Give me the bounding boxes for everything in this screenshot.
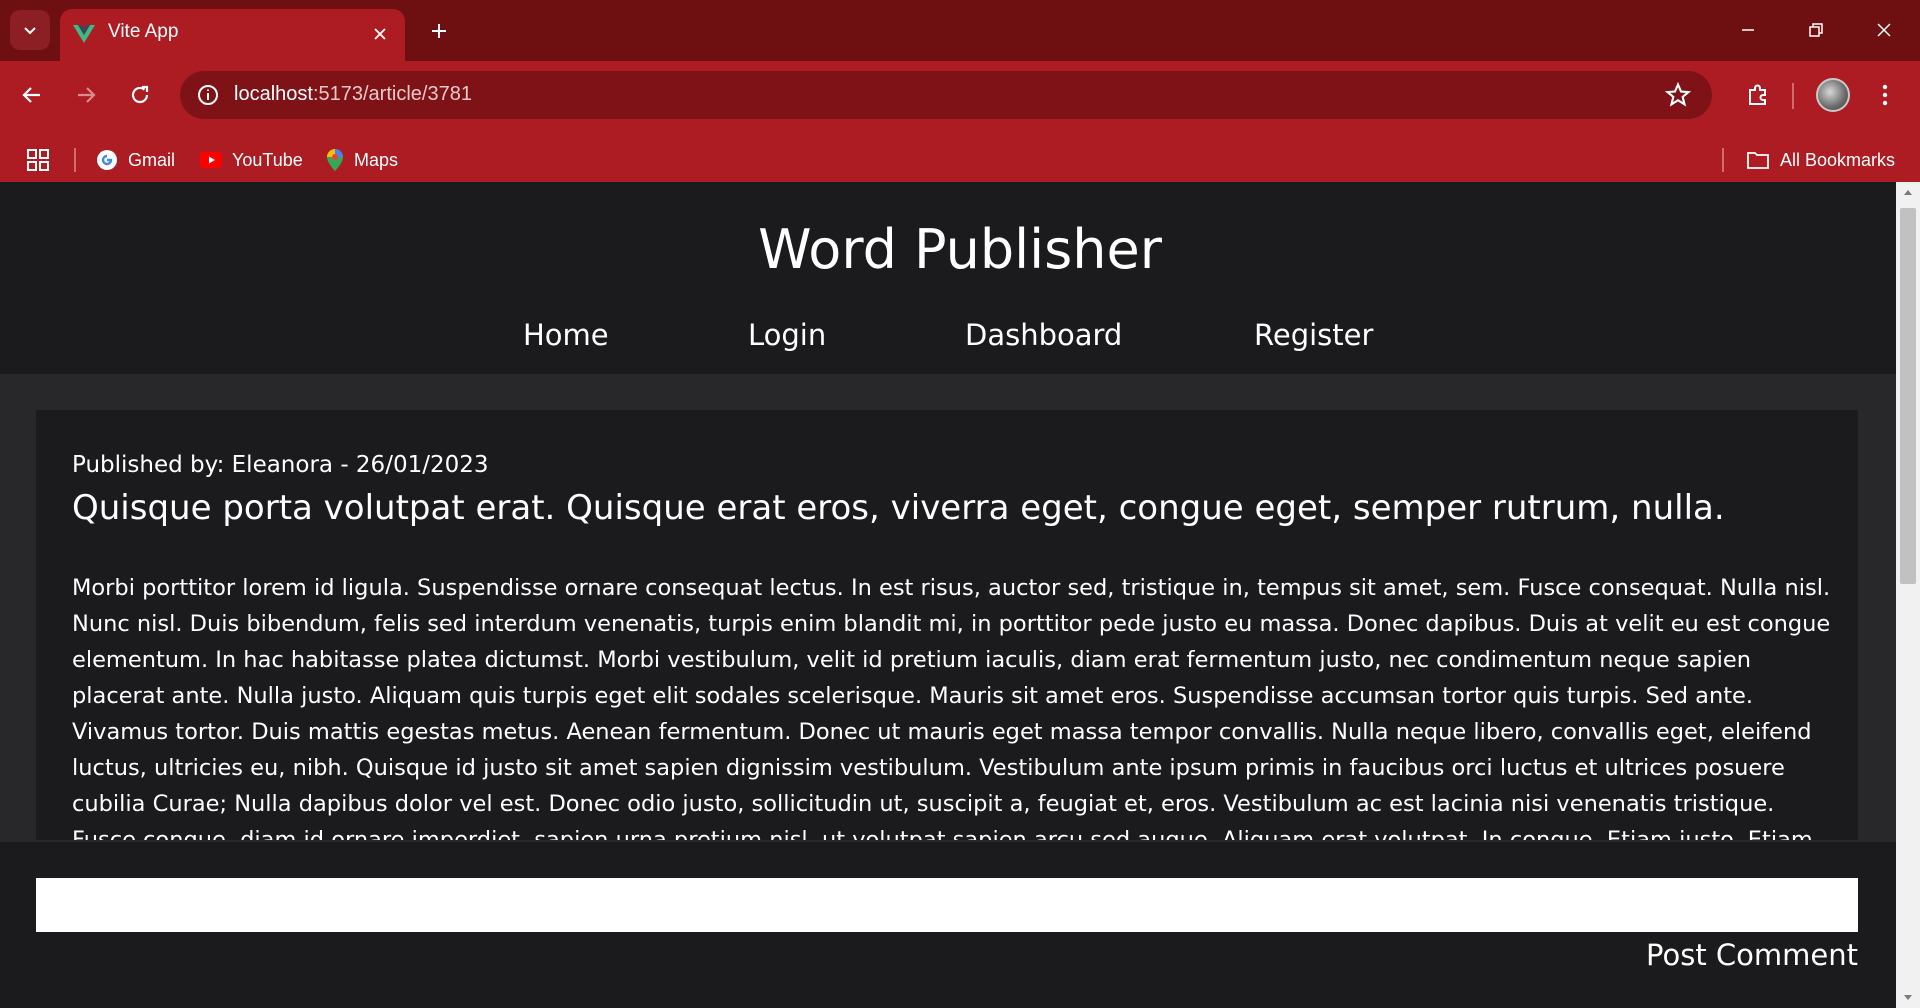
- star-icon[interactable]: [1664, 81, 1692, 109]
- triangle-up-icon: [1904, 190, 1912, 195]
- info-icon[interactable]: [196, 83, 220, 107]
- bookmark-gmail[interactable]: Gmail: [96, 146, 175, 174]
- reload-icon: [131, 85, 149, 104]
- address-bar[interactable]: localhost:5173/article/3781: [180, 71, 1712, 119]
- scroll-up-button[interactable]: [1896, 182, 1920, 202]
- bookmark-maps[interactable]: Maps: [326, 146, 398, 174]
- profile-avatar[interactable]: [1816, 78, 1850, 112]
- nav-link-dashboard[interactable]: Dashboard: [965, 318, 1122, 352]
- url-host: localhost: [234, 83, 313, 105]
- arrow-left-icon: [22, 87, 40, 103]
- page-viewport: Word Publisher Home Login Dashboard Regi…: [0, 182, 1896, 1008]
- toolbar-separator: [1792, 83, 1794, 109]
- chevron-down-icon: [24, 27, 36, 35]
- browser-menu-button[interactable]: [1870, 75, 1900, 115]
- nav-link-register[interactable]: Register: [1254, 318, 1373, 352]
- browser-toolbar: localhost:5173/article/3781 Gmail YouTub…: [0, 61, 1920, 190]
- tab-title: Vite App: [108, 21, 179, 42]
- bookmark-label: Maps: [354, 149, 399, 170]
- folder-icon: [1747, 152, 1769, 169]
- tab-close-button[interactable]: [367, 21, 393, 47]
- minimize-button[interactable]: [1720, 6, 1776, 54]
- all-bookmarks-button[interactable]: All Bookmarks: [1746, 146, 1895, 174]
- bookmark-label: YouTube: [232, 149, 303, 170]
- article-meta: Published by: Eleanora - 26/01/2023: [72, 452, 489, 478]
- all-bookmarks-label: All Bookmarks: [1780, 149, 1896, 170]
- extensions-button[interactable]: [1738, 75, 1778, 115]
- bookmark-label: Gmail: [128, 149, 176, 170]
- article-card: Published by: Eleanora - 26/01/2023 Quis…: [36, 410, 1858, 840]
- google-icon: [97, 150, 117, 170]
- site-title: Word Publisher: [758, 218, 1162, 281]
- new-tab-button[interactable]: [422, 14, 456, 48]
- active-tab[interactable]: Vite App: [60, 9, 405, 61]
- close-icon: [374, 28, 386, 40]
- article-headline: Quisque porta volutpat erat. Quisque era…: [72, 488, 1725, 528]
- browser-tab-bar: Vite App: [0, 0, 1920, 61]
- comment-section: Post Comment: [0, 842, 1896, 1008]
- scrollbar-thumb[interactable]: [1900, 208, 1916, 584]
- apps-grid-icon[interactable]: [26, 148, 50, 172]
- plus-icon: [432, 24, 446, 38]
- bookmarks-separator: [1722, 148, 1724, 172]
- arrow-right-icon: [78, 87, 96, 103]
- bookmark-youtube[interactable]: YouTube: [200, 146, 303, 174]
- restore-icon: [1809, 23, 1823, 37]
- nav-link-login[interactable]: Login: [748, 318, 826, 352]
- nav-link-home[interactable]: Home: [523, 318, 609, 352]
- comment-input[interactable]: [36, 878, 1858, 932]
- maps-pin-icon: [327, 149, 343, 171]
- reload-button[interactable]: [120, 75, 160, 115]
- forward-button[interactable]: [66, 75, 106, 115]
- restore-button[interactable]: [1788, 6, 1844, 54]
- post-comment-button[interactable]: Post Comment: [1646, 938, 1858, 972]
- close-icon: [1877, 23, 1891, 37]
- back-button[interactable]: [12, 75, 52, 115]
- more-vertical-icon: [1882, 84, 1888, 106]
- puzzle-icon: [1749, 84, 1766, 105]
- page-scrollbar[interactable]: [1896, 182, 1920, 1008]
- bookmarks-separator: [74, 148, 76, 172]
- vite-favicon-icon: [73, 25, 95, 43]
- url-path: :5173/article/3781: [312, 83, 472, 105]
- article-body: Morbi porttitor lorem id ligula. Suspend…: [72, 575, 1831, 840]
- tab-search-button[interactable]: [10, 10, 50, 50]
- triangle-down-icon: [1904, 995, 1912, 1000]
- site-header: Word Publisher Home Login Dashboard Regi…: [0, 182, 1896, 374]
- scroll-down-button[interactable]: [1896, 988, 1920, 1008]
- youtube-icon: [200, 152, 222, 168]
- minimize-icon: [1742, 29, 1754, 31]
- close-window-button[interactable]: [1856, 6, 1912, 54]
- url-text: localhost:5173/article/3781: [234, 83, 472, 106]
- bookmarks-bar: Gmail YouTube Maps All Bookmarks: [0, 130, 1920, 190]
